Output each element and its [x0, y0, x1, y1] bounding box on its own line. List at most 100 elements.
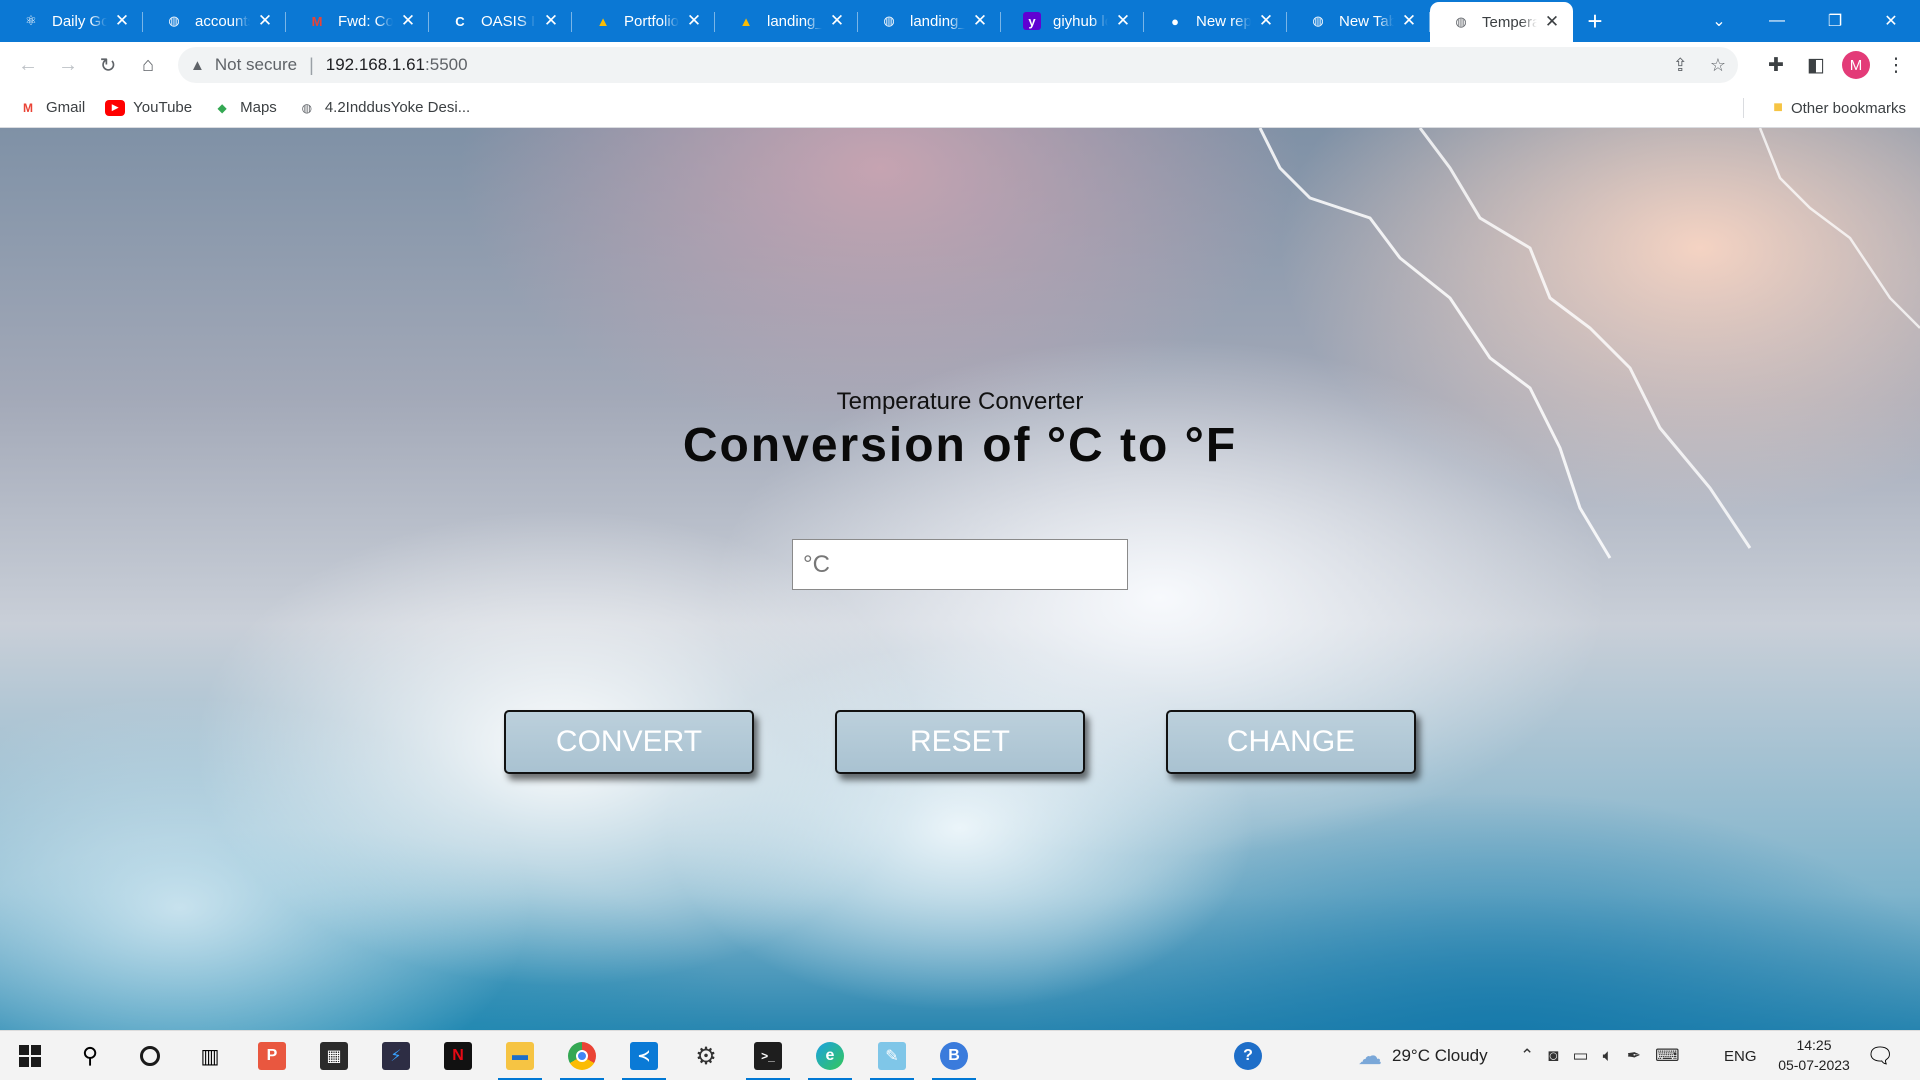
globe-icon: ◍	[1312, 13, 1324, 28]
avatar: M	[1842, 51, 1870, 79]
convert-button[interactable]: CONVERT	[504, 710, 754, 774]
bookmark-inddusyoke[interactable]: ◍ 4.2InddusYoke Desi...	[297, 99, 471, 116]
address-bar[interactable]: ▲ Not secure | 192.168.1.61 :5500 ⇪ ☆	[178, 47, 1738, 83]
close-tab-icon[interactable]: ✕	[399, 11, 417, 31]
share-icon[interactable]: ⇪	[1673, 55, 1688, 76]
folder-icon: ■	[1773, 99, 1783, 116]
camera-icon[interactable]: ◙	[1548, 1046, 1558, 1066]
close-tab-icon[interactable]: ✕	[685, 11, 703, 31]
notification-icon[interactable]: 🗨︎	[1854, 1031, 1906, 1080]
search-icon[interactable]: ⚲	[64, 1031, 116, 1080]
gmail-icon: M	[311, 13, 323, 29]
drive-icon: ▲	[739, 13, 753, 29]
close-tab-icon[interactable]: ✕	[828, 11, 846, 31]
close-tab-icon[interactable]: ✕	[971, 11, 989, 31]
tab-new-tab[interactable]: ◍ New Tab ✕	[1287, 0, 1430, 42]
reload-icon[interactable]: ↻	[88, 45, 128, 85]
bookmark-star-icon[interactable]: ☆	[1710, 55, 1726, 76]
tab-title: New repo	[1196, 12, 1251, 30]
battery-icon[interactable]: ▭	[1573, 1046, 1589, 1066]
browser-toolbar: ← → ↻ ⌂ ▲ Not secure | 192.168.1.61 :550…	[0, 42, 1920, 88]
settings-icon[interactable]: ⚙	[680, 1031, 732, 1080]
keyboard-icon[interactable]: ⌨	[1655, 1046, 1680, 1066]
profile-button[interactable]: M	[1836, 45, 1876, 85]
gmail-icon: M	[23, 100, 33, 115]
clock-date: 05-07-2023	[1778, 1057, 1850, 1073]
close-tab-icon[interactable]: ✕	[256, 11, 274, 31]
edge-icon[interactable]: e	[804, 1031, 856, 1080]
bookmark-label: 4.2InddusYoke Desi...	[324, 99, 471, 116]
home-icon[interactable]: ⌂	[128, 45, 168, 85]
bookmark-gmail[interactable]: M Gmail	[18, 99, 85, 116]
warning-icon[interactable]: ▲	[190, 57, 205, 74]
tab-search-icon[interactable]: ⌄	[1690, 0, 1748, 42]
tab-oasis[interactable]: C OASIS INF ✕	[429, 0, 572, 42]
tab-landing-web[interactable]: ◍ landing_c ✕	[858, 0, 1001, 42]
drive-icon: ▲	[596, 13, 610, 29]
browser-tab-strip: ⚛ Daily Goals ✕ ◍ accounts. ✕ M Fwd: Con…	[0, 0, 1920, 42]
tab-giyhub[interactable]: y giyhub lo ✕	[1001, 0, 1144, 42]
file-explorer-icon[interactable]: ▬	[494, 1031, 546, 1080]
change-button[interactable]: CHANGE	[1166, 710, 1416, 774]
extensions-icon[interactable]: ✚	[1756, 45, 1796, 85]
close-tab-icon[interactable]: ✕	[1114, 11, 1132, 31]
tab-fwd-con[interactable]: M Fwd: Con ✕	[286, 0, 429, 42]
reset-button[interactable]: RESET	[835, 710, 1085, 774]
bookmarks-bar: M Gmail ▶ YouTube ◆ Maps ◍ 4.2InddusYoke…	[0, 88, 1920, 128]
vscode-icon[interactable]: ≺	[618, 1031, 670, 1080]
volume-icon[interactable]: 🔈︎	[1603, 1046, 1613, 1066]
notepad-icon[interactable]: ✎	[866, 1031, 918, 1080]
close-tab-icon[interactable]: ✕	[1543, 12, 1561, 32]
tab-title: Portfolio_	[624, 12, 679, 30]
powerpoint-icon[interactable]: P	[246, 1031, 298, 1080]
close-tab-icon[interactable]: ✕	[542, 11, 560, 31]
bookmark-maps[interactable]: ◆ Maps	[212, 99, 277, 116]
lightning-decoration	[1258, 128, 1920, 559]
tab-accounts[interactable]: ◍ accounts. ✕	[143, 0, 286, 42]
cortana-icon[interactable]	[124, 1031, 176, 1080]
page-background: Temperature Converter Conversion of °C t…	[0, 128, 1920, 1030]
back-icon[interactable]: ←	[8, 45, 48, 85]
bookmarks-divider	[1743, 98, 1744, 118]
clock[interactable]: 14:25 05-07-2023	[1774, 1035, 1854, 1075]
bookmark-youtube[interactable]: ▶ YouTube	[105, 99, 192, 116]
tab-portfolio[interactable]: ▲ Portfolio_ ✕	[572, 0, 715, 42]
tab-title: OASIS INF	[481, 12, 536, 30]
new-tab-button[interactable]: +	[1573, 0, 1617, 42]
other-bookmarks[interactable]: ■ Other bookmarks	[1773, 88, 1906, 128]
visual-studio-icon[interactable]: ⚡	[370, 1031, 422, 1080]
windows-taskbar: ⚲ ▥ P ▦ ⚡ N ▬ ≺ ⚙ >_ e ✎ B ? ☁ 29°C Clou…	[0, 1030, 1920, 1080]
menu-icon[interactable]: ⋮	[1876, 45, 1916, 85]
tab-landing-drive[interactable]: ▲ landing_c ✕	[715, 0, 858, 42]
restore-icon[interactable]: ❐	[1806, 0, 1864, 42]
start-icon[interactable]	[4, 1031, 56, 1080]
tab-new-repo[interactable]: ● New repo ✕	[1144, 0, 1287, 42]
task-view-icon[interactable]: ▥	[184, 1031, 236, 1080]
tab-daily-goals[interactable]: ⚛ Daily Goals ✕	[0, 0, 143, 42]
app-icon[interactable]: B	[928, 1031, 980, 1080]
chevron-up-icon[interactable]: ⌃	[1520, 1046, 1534, 1066]
help-icon[interactable]: ?	[1222, 1031, 1274, 1080]
security-label[interactable]: Not secure	[215, 55, 297, 75]
pen-icon[interactable]: ✒	[1627, 1046, 1641, 1066]
close-window-icon[interactable]: ✕	[1862, 0, 1920, 42]
globe-icon: ◍	[883, 13, 895, 28]
netflix-icon[interactable]: N	[432, 1031, 484, 1080]
tab-title: landing_c	[910, 12, 965, 30]
chrome-icon[interactable]	[556, 1031, 608, 1080]
language-indicator[interactable]: ENG	[1724, 1031, 1757, 1080]
terminal-icon[interactable]: >_	[742, 1031, 794, 1080]
close-tab-icon[interactable]: ✕	[1257, 11, 1275, 31]
close-tab-icon[interactable]: ✕	[113, 11, 131, 31]
forward-icon[interactable]: →	[48, 45, 88, 85]
close-tab-icon[interactable]: ✕	[1400, 11, 1418, 31]
celsius-input[interactable]	[792, 539, 1128, 590]
tab-temperature[interactable]: ◍ Temperat ✕	[1430, 2, 1573, 42]
side-panel-icon[interactable]: ◧	[1796, 45, 1836, 85]
minimize-icon[interactable]: —	[1748, 0, 1806, 42]
store-icon[interactable]: ▦	[308, 1031, 360, 1080]
tab-title: Daily Goals	[52, 12, 107, 30]
weather-widget[interactable]: ☁ 29°C Cloudy	[1358, 1031, 1488, 1080]
bookmark-label: Gmail	[46, 99, 86, 116]
youtube-icon: ▶	[105, 99, 126, 116]
